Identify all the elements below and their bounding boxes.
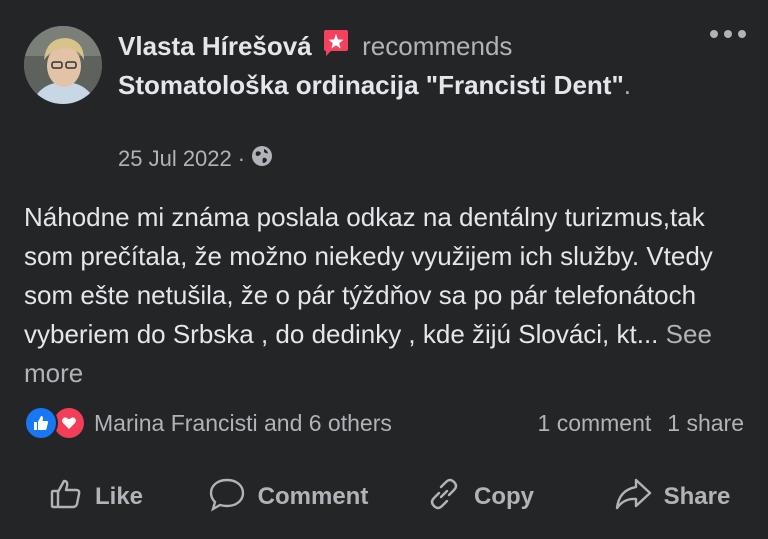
post-body-text: Náhodne mi známa poslala odkaz na dentál… [24,202,713,349]
share-button[interactable]: Share [576,477,768,518]
reactions-bar: Marina Francisti and 6 others 1 comment … [24,406,744,440]
like-label: Like [94,483,144,510]
comment-count[interactable]: 1 comment [538,410,652,437]
share-label: Share [663,483,731,510]
comment-label: Comment [257,483,369,510]
post-header: Vlasta Hírešová recommends Stomatološka … [118,28,678,103]
link-icon [426,476,462,519]
speech-bubble-icon [208,476,246,519]
meta-separator: · [237,146,246,171]
globe-icon [251,145,273,173]
dot-icon [738,30,746,38]
recommend-icon [321,28,351,67]
reaction-names: Marina Francisti and 6 others [94,409,392,436]
post-date[interactable]: 25 Jul 2022 [118,146,232,172]
post-meta: 25 Jul 2022 · [118,145,273,173]
author-name[interactable]: Vlasta Hírešová [118,31,312,61]
copy-button[interactable]: Copy [384,476,576,519]
trailing-period: . [623,70,632,100]
share-arrow-icon [614,477,652,518]
more-options-button[interactable] [710,30,746,38]
dot-icon [724,30,732,38]
page-name-link[interactable]: Stomatološka ordinacija "Francisti Dent" [118,70,624,100]
comment-button[interactable]: Comment [192,476,384,519]
dot-icon [710,30,718,38]
post-body: Náhodne mi známa poslala odkaz na dentál… [24,198,744,393]
recommends-verb: recommends [362,31,513,61]
like-icon [24,406,58,440]
author-avatar[interactable] [24,26,102,104]
action-bar: Like Comment Copy Share [0,470,768,524]
share-count[interactable]: 1 share [667,410,744,437]
reactions-summary[interactable]: Marina Francisti and 6 others [24,406,392,440]
copy-label: Copy [474,483,534,510]
like-button[interactable]: Like [0,477,192,518]
thumbs-up-icon [49,477,83,518]
